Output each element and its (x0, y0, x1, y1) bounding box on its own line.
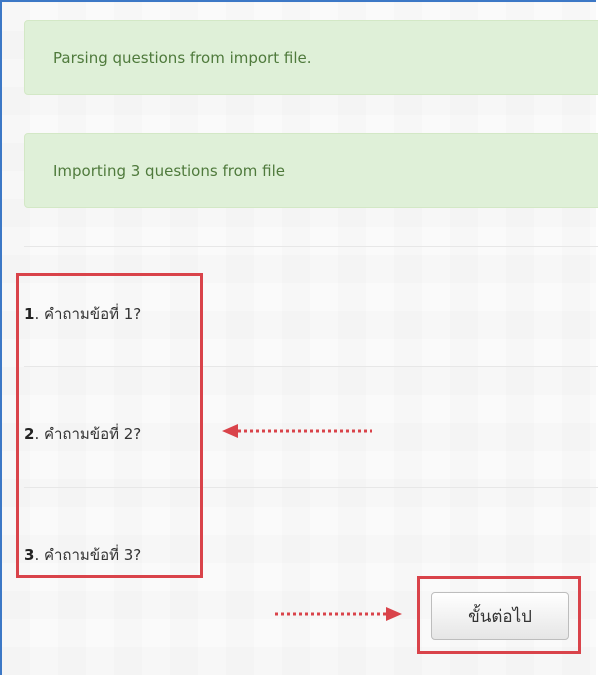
divider (24, 366, 598, 367)
question-number: 3 (24, 546, 35, 564)
question-text: . คำถามข้อที่ 2? (34, 425, 142, 443)
question-number: 2 (24, 425, 35, 443)
parsing-status-text: Parsing questions from import file. (53, 48, 312, 67)
question-number: 1 (24, 305, 35, 323)
import-result-panel: Parsing questions from import file. Impo… (0, 0, 598, 675)
question-text: . คำถามข้อที่ 1? (34, 305, 142, 323)
import-count-text: Importing 3 questions from file (53, 161, 285, 180)
question-item: 1. คำถามข้อที่ 1? (24, 302, 141, 326)
continue-button[interactable]: ขั้นต่อไป (431, 592, 569, 640)
question-text: . คำถามข้อที่ 3? (34, 546, 142, 564)
question-item: 3. คำถามข้อที่ 3? (24, 543, 141, 567)
import-count-alert: Importing 3 questions from file (24, 133, 598, 208)
parsing-status-alert: Parsing questions from import file. (24, 20, 598, 95)
question-item: 2. คำถามข้อที่ 2? (24, 422, 141, 446)
divider (24, 246, 598, 247)
divider (24, 487, 598, 488)
